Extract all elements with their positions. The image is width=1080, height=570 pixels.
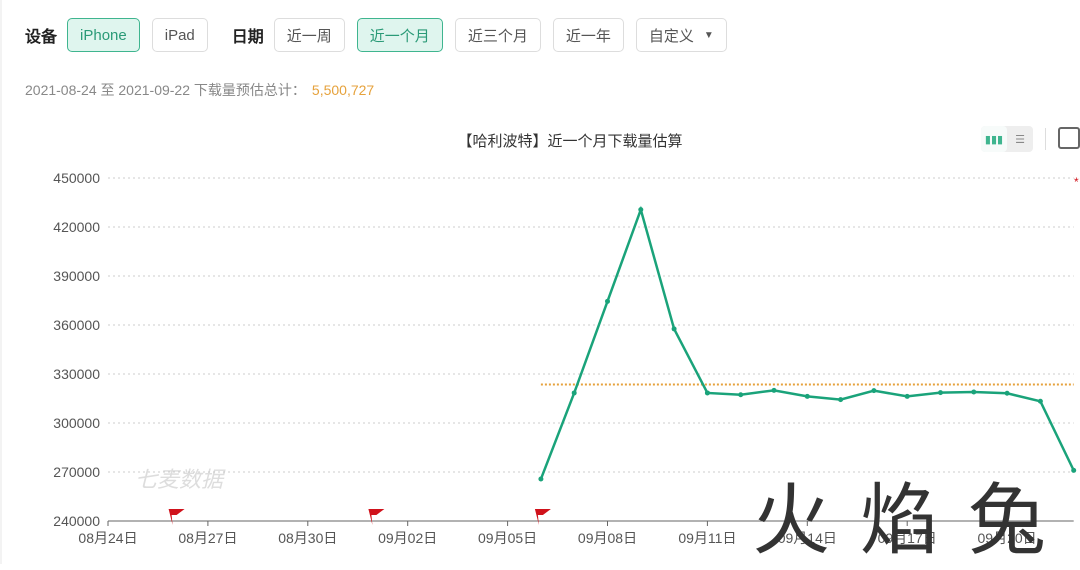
data-point [804,393,810,399]
data-point [605,298,610,304]
marker-icon: * [1074,175,1079,189]
x-tick-label: 09月11日 [678,530,736,546]
x-tick-label: 08月27日 [178,530,237,546]
y-tick-label: 420000 [53,219,100,235]
data-point [771,387,777,393]
y-tick-label: 240000 [53,513,100,529]
flag-icon [368,509,385,525]
x-tick-label: 09月08日 [578,530,637,546]
y-tick-label: 450000 [53,170,100,186]
data-point [704,390,710,396]
y-tick-label: 300000 [53,415,100,431]
data-point [938,390,943,396]
x-tick-label: 08月24日 [78,530,137,546]
data-point [638,207,644,213]
data-point [1004,390,1010,396]
data-point [671,326,677,332]
y-tick-label: 390000 [53,268,100,284]
x-tick-label: 08月30日 [278,530,337,546]
data-point [871,388,877,394]
y-tick-label: 330000 [53,366,100,382]
data-point [571,390,577,396]
x-tick-label: 09月05日 [478,530,537,546]
y-tick-label: 360000 [53,317,100,333]
x-tick-label: 09月02日 [378,530,437,546]
data-point [1037,398,1043,404]
series-line [539,205,1075,480]
y-tick-label: 270000 [53,464,100,480]
data-point [971,389,977,395]
overlay-watermark: 火焰兔 [752,476,1077,566]
flag-icon [534,509,551,525]
data-point [738,392,744,398]
data-point [838,397,844,403]
flag-icon [168,509,185,525]
data-point [538,476,544,482]
data-point [904,393,910,399]
